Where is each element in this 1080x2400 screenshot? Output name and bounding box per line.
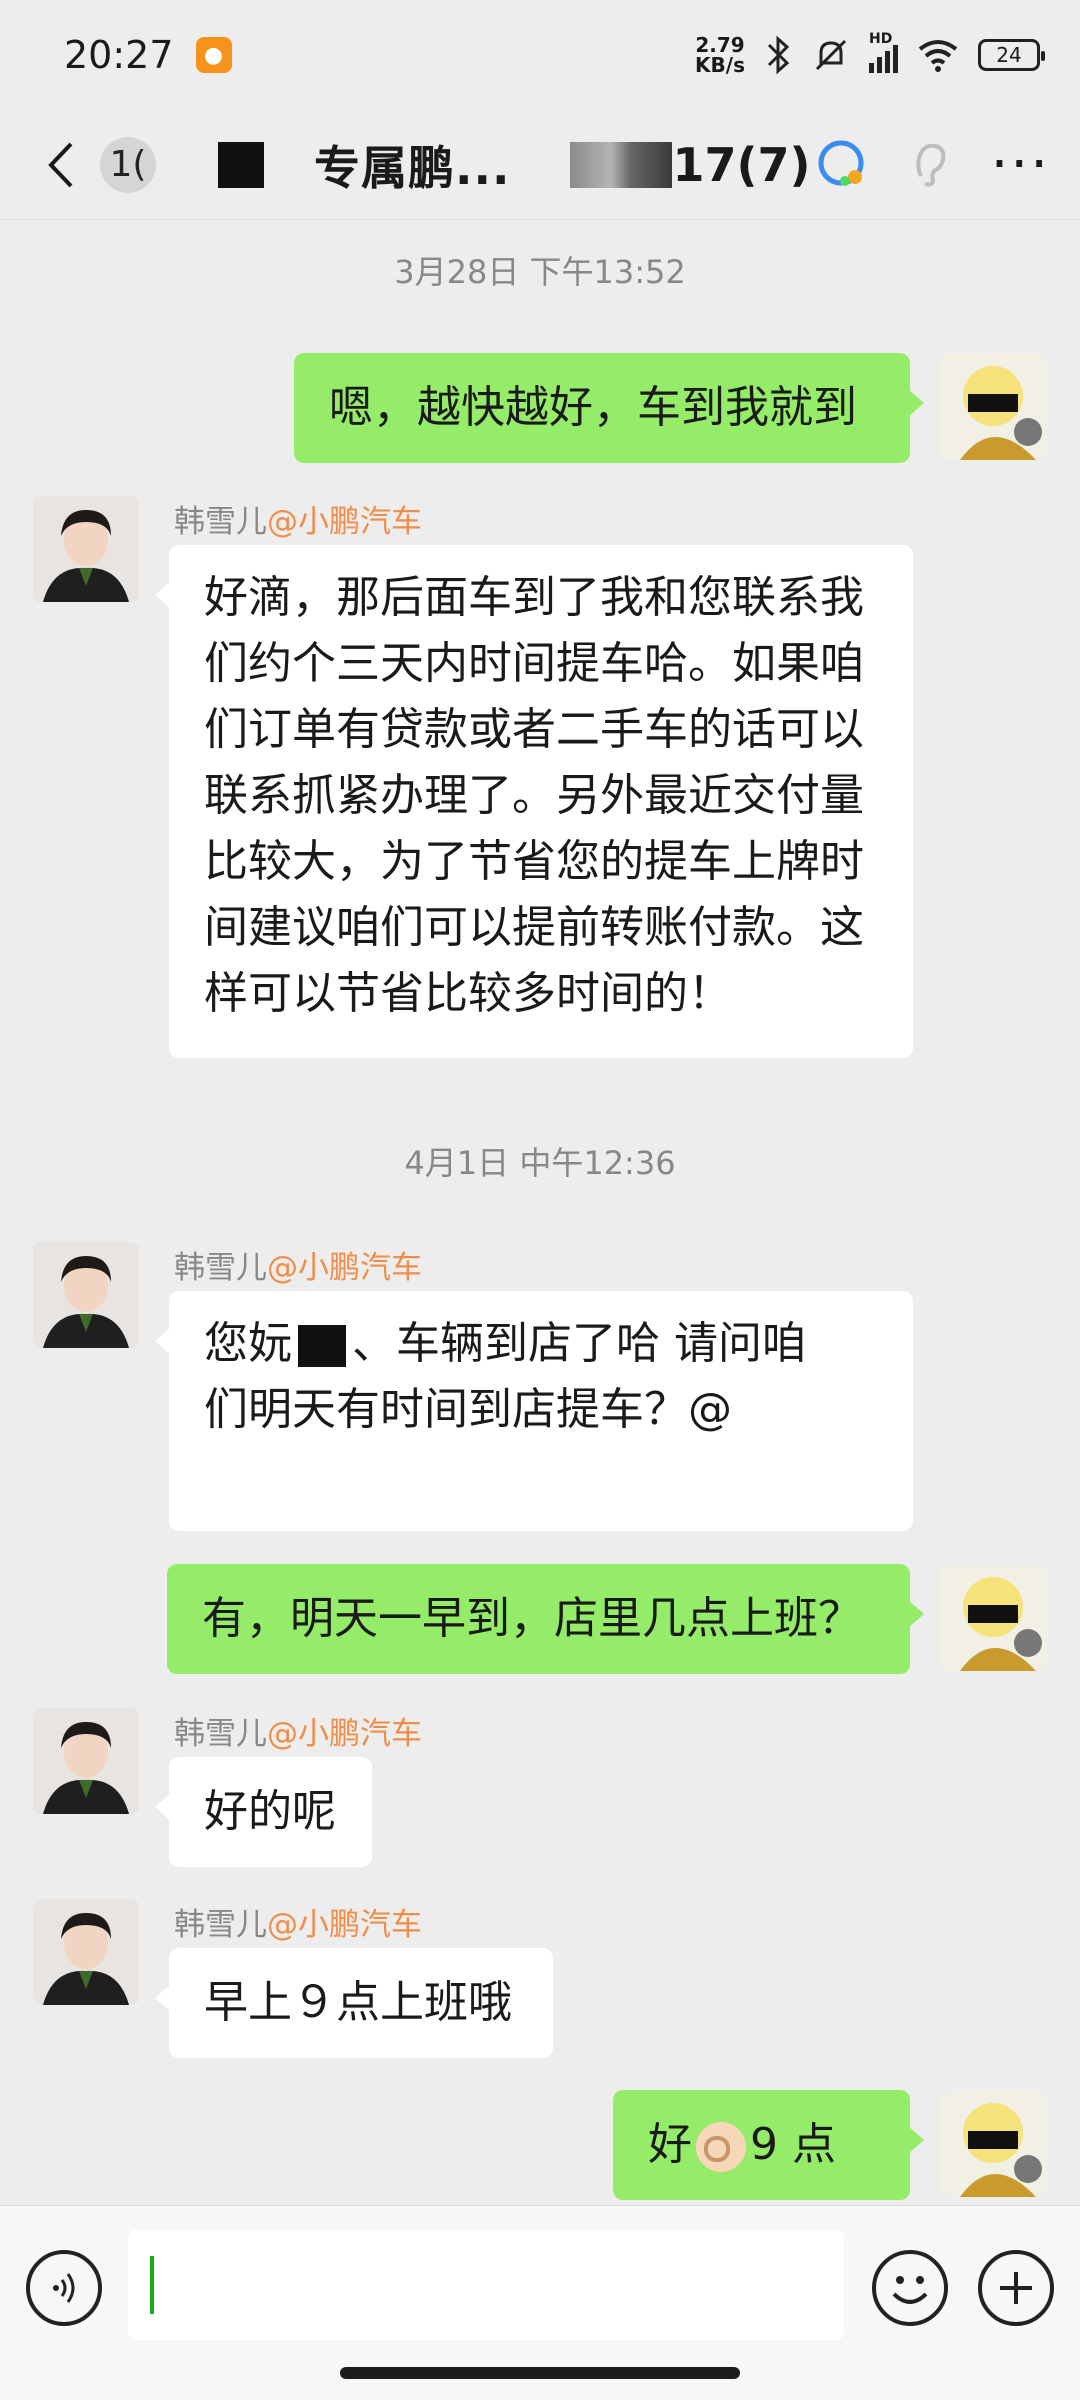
sender-avatar[interactable] [33,1242,139,1348]
outgoing-message-bubble[interactable]: 有，明天一早到，店里几点上班？ [167,1564,924,1674]
emoji-button[interactable] [872,2250,948,2326]
status-bar: 20:27 ● 2.79 KB/s HD 24 [0,0,1080,110]
message-text-line: 们约个三天内时间提车哈。如果咱 [204,638,864,689]
network-speed: 2.79 KB/s [695,33,745,77]
message-text-line: 联系抓紧办理了。另外最近交付量 [204,770,864,821]
member-count: 17(7) [672,137,811,192]
chevron-left-icon [48,142,73,187]
chat-header: 1( 专属鹏... 17(7) ··· [0,110,1080,220]
smiley-icon [892,2276,928,2304]
incoming-message-bubble[interactable]: 好滴，那后面车到了我和您联系我 们约个三天内时间提车哈。如果咱 们订单有贷款或者… [155,545,913,1058]
plus-icon [1000,2272,1032,2304]
message-text: 有，明天一早到，店里几点上班？ [202,1593,862,1644]
sender-name: 韩雪儿@小鹏汽车 [174,1907,422,1943]
message-text-line: 们明天有时间到店提车？@ [204,1384,732,1435]
unread-count-badge[interactable]: 1( [100,136,156,193]
redacted-block [298,1325,346,1367]
more-options-icon[interactable]: ··· [991,136,1050,193]
message-text-line: 们订单有贷款或者二手车的话可以 [204,704,864,755]
sender-avatar[interactable] [33,1899,139,2005]
back-button[interactable] [30,125,90,205]
message-text-line: 您妧 、车辆到店了哈 请问咱 [204,1318,806,1369]
notification-app-icon: ● [195,37,232,73]
ear-icon[interactable] [911,140,951,190]
incoming-message-bubble[interactable]: 早上９点上班哦 [155,1948,553,2058]
sender-name: 韩雪儿@小鹏汽车 [174,504,422,540]
message-text-line: 样可以节省比较多时间的！ [204,968,732,1019]
message-input[interactable] [128,2230,844,2340]
status-time: 20:27 [64,33,174,77]
redacted-block [570,141,673,188]
more-functions-button[interactable] [978,2250,1054,2326]
my-avatar[interactable] [940,354,1046,460]
text-cursor [150,2256,154,2314]
sender-avatar[interactable] [33,496,139,602]
message-text-line: 比较大，为了节省您的提车上牌时 [204,836,864,887]
header-actions: ··· [815,136,1050,193]
outgoing-message-bubble[interactable]: 嗯，越快越好，车到我就到 [294,353,924,463]
sender-avatar[interactable] [33,1708,139,1814]
voice-icon [53,2273,75,2303]
status-indicators: 2.79 KB/s HD 24 [695,31,1045,77]
wifi-icon [918,40,958,72]
group-chat-icon[interactable] [815,137,871,193]
message-timestamp: 4月1日 中午12:36 [404,1144,676,1182]
incoming-message-bubble[interactable]: 好的呢 [155,1757,372,1867]
message-text: 嗯，越快越好，车到我就到 [329,382,857,433]
sender-name: 韩雪儿@小鹏汽车 [174,1250,422,1286]
my-avatar[interactable] [940,2091,1046,2197]
outgoing-message-bubble[interactable]: 好9 点到 [613,2090,924,2280]
message-list[interactable]: 3月28日 下午13:52 嗯，越快越好，车到我就到 韩雪儿@小鹏汽车 好滴，那… [0,221,1080,2280]
chat-title[interactable]: 专属鹏... [314,132,510,198]
bluetooth-icon [767,35,790,75]
my-avatar[interactable] [940,1565,1046,1671]
battery-icon: 24 [978,39,1045,71]
incoming-message-bubble[interactable]: 您妧 、车辆到店了哈 请问咱 们明天有时间到店提车？@ [155,1291,913,1531]
message-text: 好的呢 [204,1786,336,1837]
redacted-block [218,141,264,188]
voice-input-button[interactable] [26,2250,102,2326]
sender-name: 韩雪儿@小鹏汽车 [174,1716,422,1752]
cellular-signal-icon: HD [869,31,898,73]
message-text-line: 好滴，那后面车到了我和您联系我 [204,572,864,623]
message-text: 早上９点上班哦 [204,1977,512,2028]
home-indicator[interactable] [340,2367,740,2379]
mute-bell-icon [815,39,847,71]
message-text-line: 间建议咱们可以提前转账付款。这 [204,902,864,953]
ok-hand-emoji-icon [696,2122,746,2172]
message-timestamp: 3月28日 下午13:52 [394,253,686,291]
